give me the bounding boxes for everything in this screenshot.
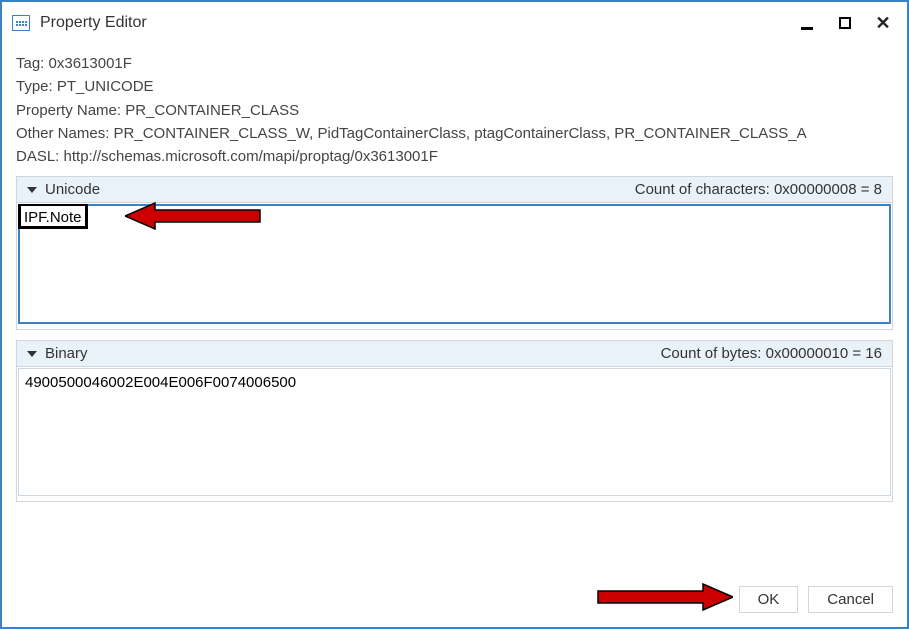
unicode-header-label: Unicode xyxy=(45,181,100,198)
close-button[interactable]: ✕ xyxy=(873,13,893,33)
button-row: OK Cancel xyxy=(16,576,893,613)
cancel-button[interactable]: Cancel xyxy=(808,586,893,613)
tag-value: 0x3613001F xyxy=(49,55,132,72)
property-editor-window: Property Editor ✕ Tag: 0x3613001F Type: … xyxy=(0,0,909,629)
unicode-textarea[interactable] xyxy=(18,204,891,324)
binary-panel: Binary Count of bytes: 0x00000010 = 16 xyxy=(16,340,893,502)
window-controls: ✕ xyxy=(797,13,897,33)
chevron-down-icon xyxy=(27,187,37,193)
minimize-button[interactable] xyxy=(797,13,817,33)
property-name-label: Property Name: xyxy=(16,102,121,119)
window-title: Property Editor xyxy=(40,14,147,32)
tag-label: Tag: xyxy=(16,55,44,72)
title-bar: Property Editor ✕ xyxy=(2,2,907,42)
other-names-label: Other Names: xyxy=(16,125,109,142)
dasl-value: http://schemas.microsoft.com/mapi/propta… xyxy=(64,148,438,165)
ok-button[interactable]: OK xyxy=(739,586,799,613)
binary-panel-body xyxy=(17,367,892,501)
content-area: Tag: 0x3613001F Type: PT_UNICODE Propert… xyxy=(2,42,907,627)
unicode-count-label: Count of characters: 0x00000008 = 8 xyxy=(635,181,882,198)
type-value: PT_UNICODE xyxy=(57,78,154,95)
type-label: Type: xyxy=(16,78,53,95)
annotation-arrow-icon xyxy=(593,582,733,612)
property-info: Tag: 0x3613001F Type: PT_UNICODE Propert… xyxy=(16,52,893,168)
other-names-value: PR_CONTAINER_CLASS_W, PidTagContainerCla… xyxy=(114,125,807,142)
property-name-value: PR_CONTAINER_CLASS xyxy=(125,102,299,119)
binary-panel-header[interactable]: Binary Count of bytes: 0x00000010 = 16 xyxy=(17,341,892,367)
binary-count-label: Count of bytes: 0x00000010 = 16 xyxy=(661,345,882,362)
binary-textarea[interactable] xyxy=(18,368,891,496)
app-icon xyxy=(12,15,30,31)
chevron-down-icon xyxy=(27,351,37,357)
dasl-label: DASL: xyxy=(16,148,59,165)
unicode-panel-body: IPF.Note xyxy=(17,203,892,329)
maximize-button[interactable] xyxy=(835,13,855,33)
binary-header-label: Binary xyxy=(45,345,88,362)
unicode-panel: Unicode Count of characters: 0x00000008 … xyxy=(16,176,893,330)
unicode-panel-header[interactable]: Unicode Count of characters: 0x00000008 … xyxy=(17,177,892,203)
